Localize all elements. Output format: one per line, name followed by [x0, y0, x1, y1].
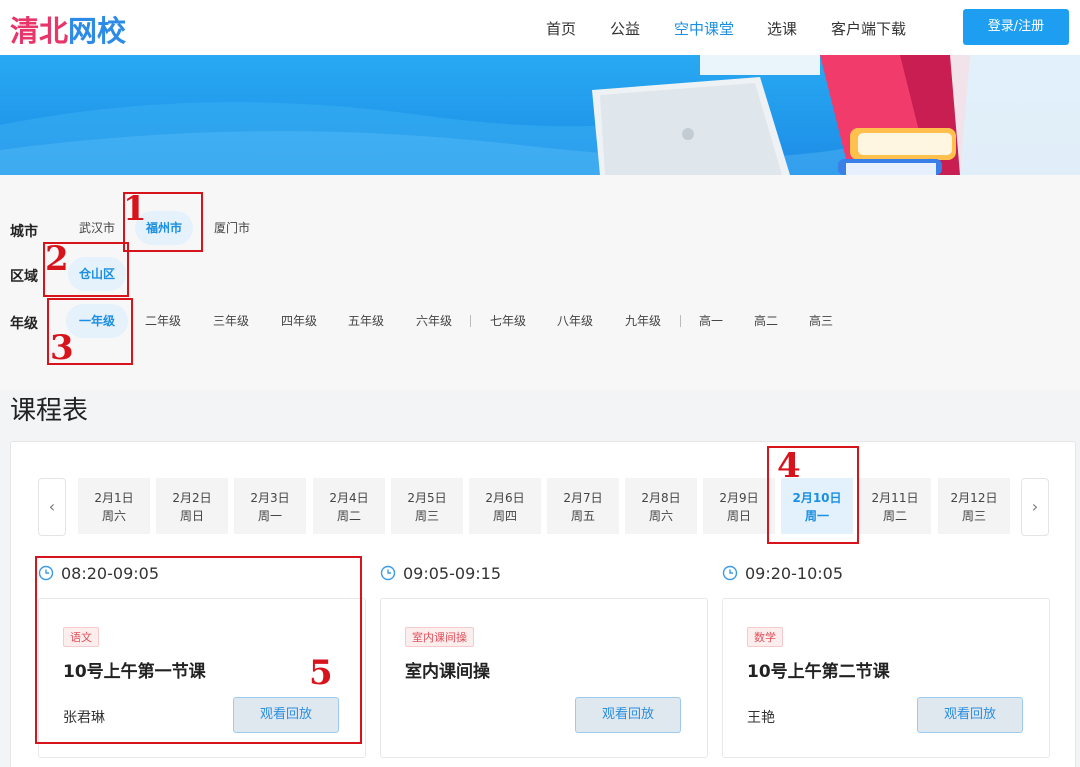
- day-date: 2月5日: [407, 491, 447, 505]
- day-tab[interactable]: 2月5日周三: [391, 478, 463, 534]
- day-date: 2月4日: [329, 491, 369, 505]
- annotation-box-5: [35, 556, 362, 744]
- day-tab[interactable]: 2月3日周一: [234, 478, 306, 534]
- schedule-title: 课程表: [10, 396, 89, 426]
- chevron-right-icon: ›: [1031, 497, 1039, 516]
- day-date: 2月6日: [485, 491, 525, 505]
- logo-char: 北: [39, 14, 69, 48]
- grade-option-5[interactable]: 五年级: [337, 304, 395, 338]
- day-tab[interactable]: 2月9日周日: [703, 478, 775, 534]
- day-date: 2月2日: [172, 491, 212, 505]
- day-date: 2月7日: [563, 491, 603, 505]
- grade-label: 年级: [10, 316, 38, 332]
- day-weekday: 周四: [492, 509, 517, 523]
- annotation-number-4: 4: [777, 446, 801, 486]
- city-label: 城市: [10, 224, 38, 240]
- prev-day-button[interactable]: ‹: [38, 478, 66, 536]
- grade-divider: [680, 315, 681, 327]
- day-weekday: 周一: [257, 509, 282, 523]
- day-tab[interactable]: 2月4日周二: [313, 478, 385, 534]
- day-weekday: 周五: [570, 509, 595, 523]
- day-weekday: 周六: [101, 509, 126, 523]
- day-tab[interactable]: 2月11日周二: [859, 478, 931, 534]
- nav-client-download[interactable]: 客户端下载: [831, 18, 906, 39]
- subject-tag: 数学: [747, 627, 783, 647]
- day-tab[interactable]: 2月8日周六: [625, 478, 697, 534]
- day-weekday: 周日: [726, 509, 751, 523]
- day-date: 2月11日: [871, 491, 919, 505]
- hero-banner: [0, 55, 1080, 175]
- grade-option-6[interactable]: 六年级: [405, 304, 463, 338]
- day-weekday: 周二: [336, 509, 361, 523]
- day-date: 2月3日: [250, 491, 290, 505]
- day-date: 2月8日: [641, 491, 681, 505]
- day-tab[interactable]: 2月7日周五: [547, 478, 619, 534]
- city-option-wuhan[interactable]: 武汉市: [68, 211, 126, 245]
- grade-option-9[interactable]: 九年级: [614, 304, 672, 338]
- chevron-left-icon: ‹: [48, 497, 56, 516]
- day-tab[interactable]: 2月12日周三: [938, 478, 1010, 534]
- next-day-button[interactable]: ›: [1021, 478, 1049, 536]
- grade-divider: [470, 315, 471, 327]
- nav-charity[interactable]: 公益: [610, 18, 640, 39]
- logo-char: 清: [10, 14, 40, 48]
- login-register-button[interactable]: 登录/注册: [963, 9, 1069, 45]
- course-title: 10号上午第二节课: [747, 662, 890, 682]
- grade-option-senior-1[interactable]: 高一: [690, 304, 732, 338]
- subject-tag: 室内课间操: [405, 627, 474, 647]
- grade-option-3[interactable]: 三年级: [202, 304, 260, 338]
- top-header: 清北网校 首页 公益 空中课堂 选课 客户端下载 登录/注册: [0, 0, 1080, 55]
- grade-option-4[interactable]: 四年级: [270, 304, 328, 338]
- grade-option-2[interactable]: 二年级: [134, 304, 192, 338]
- banner-illustration: [0, 55, 1080, 175]
- day-weekday: 周六: [648, 509, 673, 523]
- grade-option-7[interactable]: 七年级: [479, 304, 537, 338]
- site-logo[interactable]: 清北网校: [10, 8, 126, 50]
- course-time: 09:05-09:15: [403, 564, 501, 583]
- nav-home[interactable]: 首页: [546, 18, 576, 39]
- district-label: 区域: [10, 269, 38, 285]
- day-weekday: 周三: [414, 509, 439, 523]
- grade-option-8[interactable]: 八年级: [546, 304, 604, 338]
- course-card[interactable]: 数学 10号上午第二节课 王艳 观看回放: [722, 598, 1050, 758]
- day-tab[interactable]: 2月1日周六: [78, 478, 150, 534]
- watch-replay-button[interactable]: 观看回放: [917, 697, 1023, 733]
- day-date: 2月9日: [719, 491, 759, 505]
- course-time: 09:20-10:05: [745, 564, 843, 583]
- annotation-number-1: 1: [123, 189, 147, 229]
- annotation-number-3: 3: [50, 328, 74, 368]
- teacher-name: 王艳: [747, 710, 775, 726]
- annotation-number-2: 2: [45, 239, 69, 279]
- city-option-xiamen[interactable]: 厦门市: [203, 211, 261, 245]
- clock-icon: [380, 565, 396, 581]
- course-card[interactable]: 室内课间操 室内课间操 观看回放: [380, 598, 708, 758]
- day-weekday: 周日: [179, 509, 204, 523]
- day-weekday: 周二: [882, 509, 907, 523]
- grade-option-senior-2[interactable]: 高二: [745, 304, 787, 338]
- course-title: 室内课间操: [405, 662, 490, 682]
- watch-replay-button[interactable]: 观看回放: [575, 697, 681, 733]
- page: 清北网校 首页 公益 空中课堂 选课 客户端下载 登录/注册 城市 武汉市 福州…: [0, 0, 1080, 767]
- day-date: 2月12日: [950, 491, 998, 505]
- annotation-number-5: 5: [309, 653, 333, 693]
- logo-char: 网: [68, 14, 98, 48]
- grade-option-senior-3[interactable]: 高三: [800, 304, 842, 338]
- day-tab[interactable]: 2月6日周四: [469, 478, 541, 534]
- day-tab[interactable]: 2月2日周日: [156, 478, 228, 534]
- nav-course-select[interactable]: 选课: [767, 18, 797, 39]
- nav-online-classroom[interactable]: 空中课堂: [674, 18, 734, 39]
- day-date: 2月1日: [94, 491, 134, 505]
- day-weekday: 周三: [961, 509, 986, 523]
- logo-char: 校: [97, 14, 127, 48]
- clock-icon: [722, 565, 738, 581]
